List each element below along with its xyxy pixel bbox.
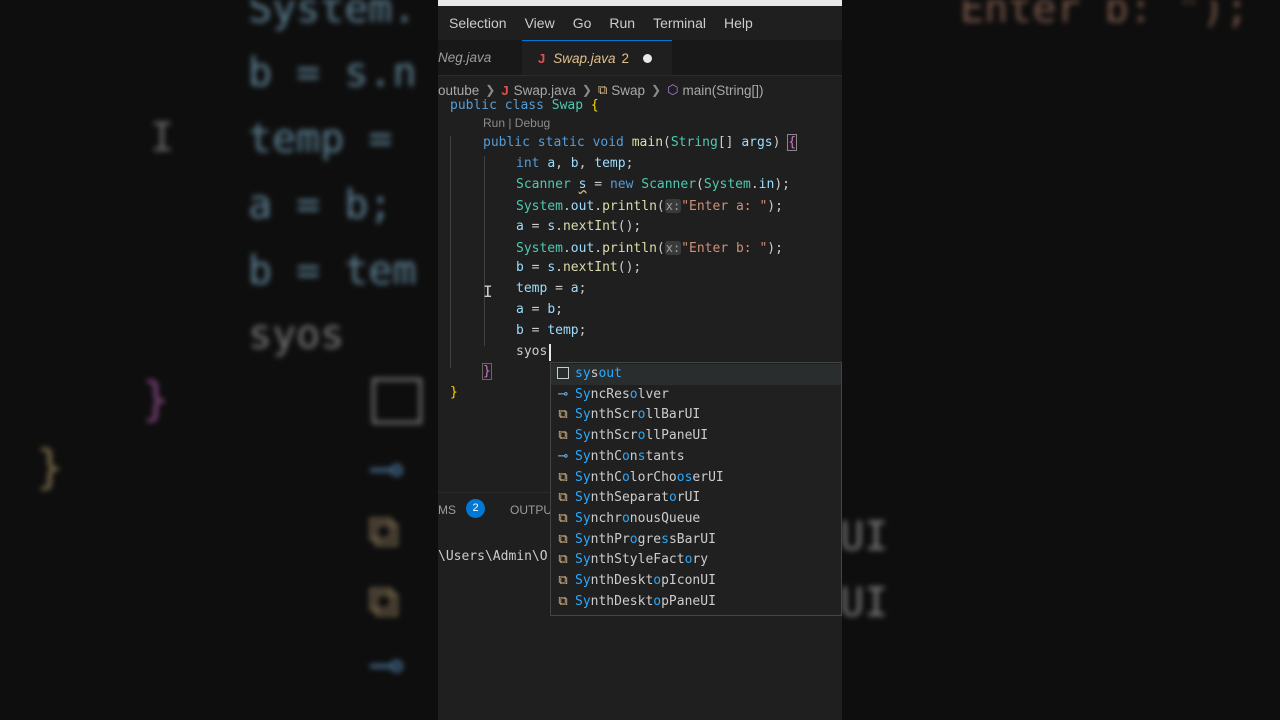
suggestion-label: SynthDesktopIconUI [575,573,716,588]
suggestion-item[interactable]: ⧉ SynthSeparatorUI [551,488,841,509]
class-icon: ⧉ [558,428,568,444]
suggestion-label: SynthScrollPaneUI [575,428,709,444]
tab-output[interactable]: OUTPU [510,503,552,517]
bg-interface-icon: ⊸ [368,640,405,691]
inlay-hint: x: [664,241,682,255]
interface-icon: ⊸ [557,386,569,402]
class-icon: ⧉ [558,490,568,506]
code-line-13: } [482,363,492,380]
suggestion-item[interactable]: ⧉ SynthDesktopIconUI [551,571,841,592]
code-line-7: System.out.println(x:"Enter b: "); [516,241,783,256]
bg-class-icon: ⧉ [368,576,400,627]
bg-ibeam-icon: I [150,115,175,161]
bg-brace: } [36,440,64,494]
suggestion-label: SynthSeparatorUI [575,490,701,506]
suggestion-item[interactable]: ⧉ SynthScrollBarUI [551,405,841,426]
class-icon: ⧉ [558,531,568,547]
problems-count-badge: 2 [466,499,485,518]
tab-problems[interactable]: MS [438,503,456,517]
chevron-right-icon: ❯ [485,83,496,97]
menu-bar: Selection View Go Run Terminal Help [438,6,842,40]
terminal-prompt[interactable]: \Users\Admin\O [438,549,548,564]
tab-label: Neg.java [438,50,492,65]
snippet-icon [557,367,569,379]
problem-count: 2 [621,50,630,66]
class-icon: ⧉ [558,552,568,568]
suggestion-label: sysout [575,366,622,381]
suggestion-item[interactable]: ⧉ SynthProgressBarUI [551,530,841,551]
code-line-1: public class Swap { [450,98,599,113]
bg-code-line: syos [248,312,345,358]
interface-icon: ⊸ [557,448,569,464]
codelens-run-debug[interactable]: Run | Debug [483,116,550,130]
suggestion-item[interactable]: ⧉ SynthColorChooserUI [551,468,841,489]
bg-class-icon: ⧉ [368,506,400,557]
suggestion-label: SyncResolver [575,386,669,402]
menu-go[interactable]: Go [564,15,601,31]
code-line-9: temp = a; [516,281,587,296]
code-line-12: syos [516,344,548,359]
class-icon: ⧉ [558,593,568,609]
suggestion-label: SynthProgressBarUI [575,531,716,547]
bg-interface-icon: ⊸ [368,444,405,495]
ibeam-cursor-icon: I [483,282,493,301]
code-line-5: System.out.println(x:"Enter a: "); [516,199,783,214]
code-line-3: int a, b, temp; [516,156,634,171]
suggestion-item[interactable]: ⧉ SynthDesktopPaneUI [551,592,841,613]
bg-brace: } [142,372,170,426]
suggestion-label: SynthScrollBarUI [575,407,701,423]
suggestion-label: SynchronousQueue [575,510,701,526]
code-line-2: public static void main(String[] args) { [483,134,798,151]
code-line-14: } [450,385,458,400]
suggest-widget: sysout ⊸ SyncResolver ⧉ SynthScrollBarUI ⧉ Syn… [550,362,842,616]
class-icon: ⧉ [558,510,568,526]
bg-code-line: b = tem [248,248,417,294]
bg-snippet-icon [372,378,422,424]
tab-bar: Neg.java J Swap.java 2 [438,40,842,76]
code-line-4: Scanner s = new Scanner(System.in); [516,177,790,192]
bg-code-line: UI [840,580,889,626]
menu-terminal[interactable]: Terminal [644,15,715,31]
indent-guide [450,136,451,368]
bg-code-line: System. [248,0,417,32]
suggestion-item[interactable]: ⧉ SynchronousQueue [551,509,841,530]
code-line-10: a = b; [516,302,563,317]
text-cursor [549,344,551,361]
suggestion-item[interactable]: ⊸ SyncResolver [551,385,841,406]
suggestion-item[interactable]: ⧉ SynthScrollPaneUI [551,426,841,447]
suggestion-label: SynthStyleFactory [575,552,709,568]
suggestion-label: SynthDesktopPaneUI [575,593,716,609]
tab-swap-java[interactable]: J Swap.java 2 [522,40,672,75]
bg-code-line: UI [840,514,889,560]
suggestion-label: SynthColorChooserUI [575,469,724,485]
menu-selection[interactable]: Selection [438,15,516,31]
code-line-8: b = s.nextInt(); [516,260,642,275]
code-line-6: a = s.nextInt(); [516,219,642,234]
suggestion-label: SynthConstants [575,448,685,464]
unsaved-dot-icon[interactable] [643,53,653,63]
java-file-icon: J [538,50,546,66]
suggestion-item[interactable]: ⊸ SynthConstants [551,447,841,468]
chevron-right-icon: ❯ [651,83,662,97]
bg-code-line: b = s.n [248,50,417,96]
tab-label: Swap.java [553,50,616,66]
class-icon: ⧉ [558,573,568,588]
indent-guide [484,156,485,346]
bg-code-line: a = b; [248,182,393,228]
bg-code-line: Enter b: "); [960,0,1249,32]
chevron-right-icon: ❯ [581,83,592,97]
tab-neg-java[interactable]: Neg.java [438,40,522,75]
code-line-11: b = temp; [516,323,587,338]
class-icon: ⧉ [558,469,568,485]
bg-code-line: temp = [248,116,393,162]
suggestion-item[interactable]: sysout [551,364,841,385]
class-icon: ⧉ [558,407,568,423]
suggestion-item[interactable]: ⧉ SynthStyleFactory [551,550,841,571]
menu-run[interactable]: Run [600,15,644,31]
menu-help[interactable]: Help [715,15,762,31]
menu-view[interactable]: View [516,15,564,31]
inlay-hint: x: [664,199,682,213]
